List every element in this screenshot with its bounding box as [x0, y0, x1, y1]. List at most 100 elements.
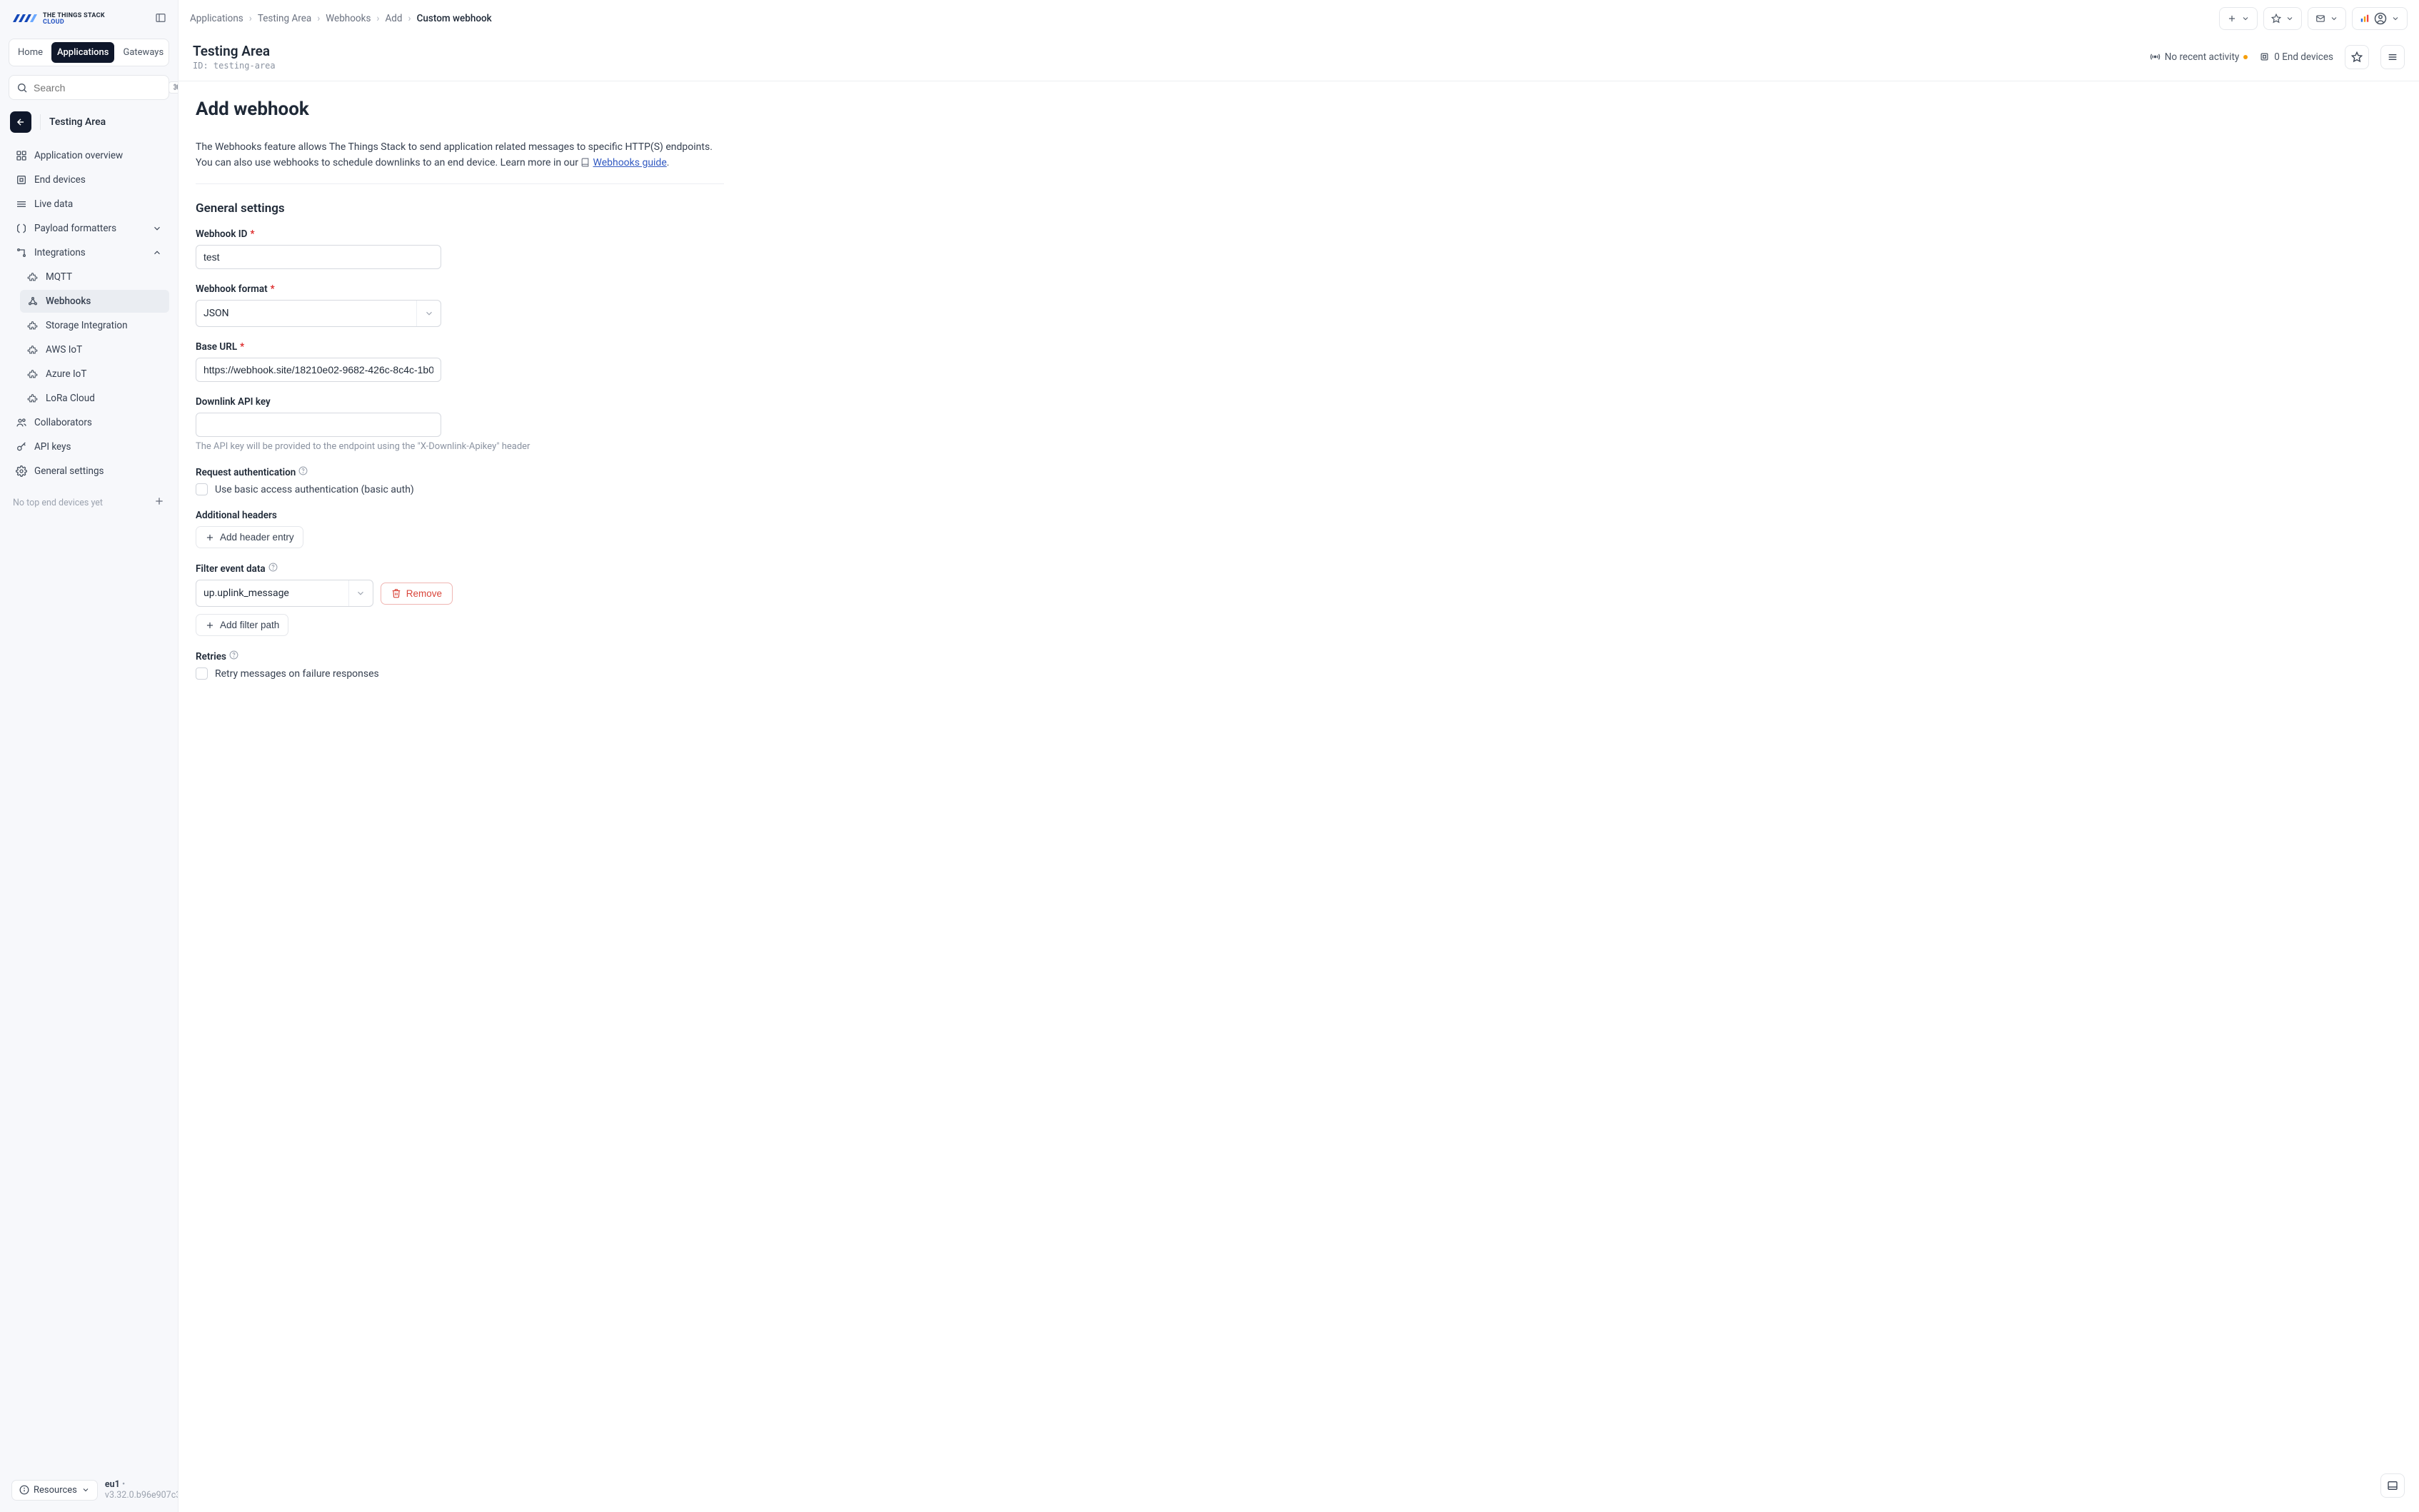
nav-webhooks[interactable]: Webhooks [20, 290, 169, 313]
add-filter-button[interactable]: Add filter path [196, 614, 288, 636]
puzzle-icon [27, 271, 39, 283]
nav-overview[interactable]: Application overview [9, 144, 169, 167]
nav-azure[interactable]: Azure IoT [20, 363, 169, 385]
nav-overview-label: Application overview [34, 150, 123, 161]
status-dot-icon [2243, 55, 2248, 59]
chevron-down-icon [2330, 14, 2338, 23]
nav-general-settings[interactable]: General settings [9, 460, 169, 483]
webhook-id-input[interactable] [196, 245, 441, 269]
webhooks-guide-link[interactable]: Webhooks guide [593, 157, 666, 168]
breadcrumb-applications[interactable]: Applications [190, 13, 243, 24]
tab-applications[interactable]: Applications [51, 42, 115, 63]
cluster-badge-icon [2360, 14, 2370, 24]
chevron-up-icon [152, 248, 162, 258]
chevron-down-icon [2391, 14, 2400, 23]
search-input[interactable] [34, 82, 163, 94]
base-url-input[interactable] [196, 358, 441, 382]
field-filter-event-data: Filter event data up.uplink_message Remo… [196, 563, 453, 636]
help-icon[interactable] [298, 466, 308, 478]
webhook-icon [27, 296, 39, 307]
nav-end-devices-label: End devices [34, 174, 86, 186]
puzzle-icon [27, 344, 39, 356]
star-icon [2271, 14, 2281, 24]
search-box[interactable]: ⌘ K [9, 75, 169, 100]
menu-button[interactable] [2380, 45, 2405, 69]
back-button[interactable] [10, 111, 31, 133]
activity-status: No recent activity [2150, 51, 2248, 63]
downlink-api-key-input[interactable] [196, 413, 441, 437]
downlink-help: The API key will be provided to the endp… [196, 441, 567, 452]
field-additional-headers: Additional headers Add header entry [196, 510, 453, 548]
help-icon[interactable] [268, 563, 278, 575]
context-row: Testing Area [9, 111, 169, 133]
nav-storage[interactable]: Storage Integration [20, 314, 169, 337]
resources-button[interactable]: Resources [11, 1480, 98, 1501]
collapse-icon[interactable] [155, 12, 166, 26]
breadcrumb-add[interactable]: Add [385, 13, 402, 24]
chevron-down-icon [2285, 14, 2294, 23]
feedback-button[interactable] [2380, 1473, 2405, 1498]
field-retries: Retries Retry messages on failure respon… [196, 650, 453, 680]
nav-live-data[interactable]: Live data [9, 193, 169, 216]
nav-apikeys-label: API keys [34, 441, 71, 453]
field-base-url: Base URL* [196, 341, 453, 382]
add-device-icon[interactable] [154, 495, 165, 510]
star-menu-button[interactable] [2263, 7, 2302, 30]
version-label: v3.32.0.b96e907c31 [105, 1490, 186, 1501]
context-title: Testing Area [49, 116, 106, 128]
nav-payload-formatters[interactable]: Payload formatters [9, 217, 169, 240]
remove-filter-button[interactable]: Remove [381, 583, 453, 605]
retries-checkbox-row[interactable]: Retry messages on failure responses [196, 667, 453, 680]
help-icon[interactable] [229, 650, 238, 662]
nav-live-data-label: Live data [34, 198, 73, 210]
breadcrumb-webhooks[interactable]: Webhooks [326, 13, 371, 24]
tab-gateways[interactable]: Gateways [117, 42, 169, 63]
favorite-button[interactable] [2345, 45, 2369, 69]
retries-checkbox[interactable] [196, 667, 208, 680]
add-header-button[interactable]: Add header entry [196, 526, 303, 548]
nav-general-label: General settings [34, 465, 104, 477]
user-icon [2374, 12, 2387, 25]
plus-icon [205, 620, 215, 630]
brand: THE THINGS STACK CLOUD [9, 9, 169, 36]
tab-home[interactable]: Home [12, 42, 49, 63]
nav-payload-label: Payload formatters [34, 223, 116, 234]
section-general: General settings [196, 201, 2402, 216]
nav-lora-label: LoRa Cloud [46, 393, 95, 404]
topbar-actions [2219, 7, 2408, 30]
nav-lora[interactable]: LoRa Cloud [20, 387, 169, 410]
chevron-down-icon [152, 223, 162, 233]
nav-integrations-sub: MQTT Webhooks Storage Integration AWS Io… [9, 266, 169, 410]
app-id: ID: testing-area [193, 61, 276, 71]
nav-mqtt[interactable]: MQTT [20, 266, 169, 288]
filter-path-select[interactable]: up.uplink_message [196, 580, 373, 607]
inbox-menu-button[interactable] [2308, 7, 2346, 30]
sidebar-footer: Resources eu1 • v3.32.0.b96e907c31 [9, 1479, 169, 1503]
cluster-label: eu1 [105, 1479, 120, 1490]
field-downlink-api-key: Downlink API key The API key will be pro… [196, 396, 567, 452]
nav-azure-label: Azure IoT [46, 368, 86, 380]
brand-line2: CLOUD [43, 19, 105, 26]
breadcrumb-app[interactable]: Testing Area [258, 13, 311, 24]
user-menu-button[interactable] [2352, 7, 2408, 30]
nav-mqtt-label: MQTT [46, 271, 72, 283]
basic-auth-checkbox-row[interactable]: Use basic access authentication (basic a… [196, 483, 453, 495]
webhook-format-select[interactable]: JSON [196, 300, 441, 327]
page-title: Add webhook [196, 99, 2402, 120]
broadcast-icon [2150, 51, 2161, 62]
nav-collaborators-label: Collaborators [34, 417, 92, 428]
nav-end-devices[interactable]: End devices [9, 168, 169, 191]
field-webhook-format: Webhook format* JSON [196, 283, 453, 327]
add-menu-button[interactable] [2219, 7, 2258, 30]
breadcrumb-current: Custom webhook [417, 13, 492, 24]
nav-collaborators[interactable]: Collaborators [9, 411, 169, 434]
basic-auth-checkbox[interactable] [196, 483, 208, 495]
nav-integrations[interactable]: Integrations [9, 241, 169, 264]
nav-aws-label: AWS IoT [46, 344, 82, 356]
trash-icon [391, 588, 401, 598]
info-icon [19, 1485, 29, 1495]
nav-aws[interactable]: AWS IoT [20, 338, 169, 361]
main: Applications › Testing Area › Webhooks ›… [178, 0, 2419, 1512]
nav-api-keys[interactable]: API keys [9, 435, 169, 458]
app-title: Testing Area [193, 43, 276, 59]
